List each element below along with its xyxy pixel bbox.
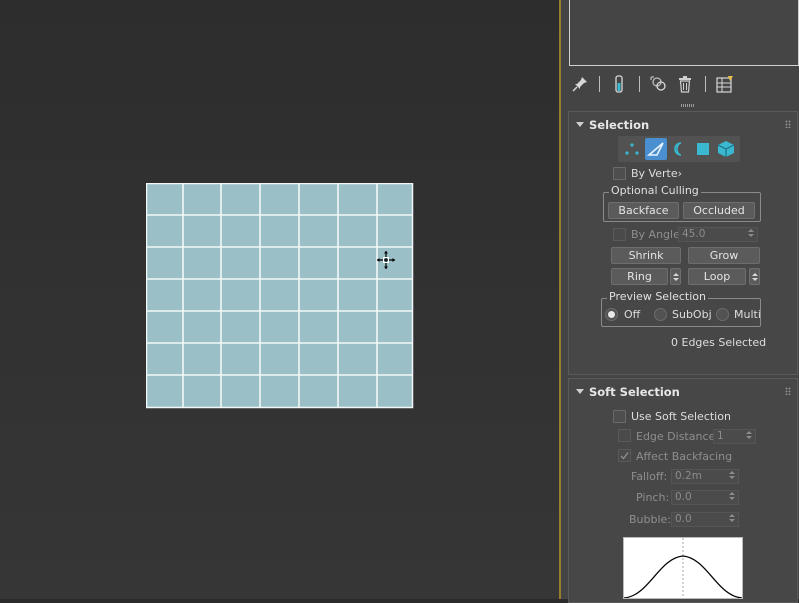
perspective-viewport[interactable]	[0, 0, 559, 599]
affect-backfacing-checkbox[interactable]	[618, 449, 631, 462]
by-angle-value: 45.0	[682, 228, 706, 240]
preview-off-label: Off	[624, 308, 641, 321]
toolbar-separator	[705, 76, 706, 92]
backface-button[interactable]: Backface	[608, 202, 679, 219]
preview-off-radio[interactable]	[605, 308, 618, 321]
toolbar-separator	[599, 76, 600, 92]
affect-backfacing-label: Affect Backfacing	[636, 450, 733, 463]
configure-modifier-sets-icon[interactable]	[715, 74, 735, 94]
rollout-drag-handle-icon[interactable]	[785, 387, 791, 395]
pinch-value: 0.0	[675, 491, 692, 503]
spinner-arrows-icon[interactable]	[729, 471, 735, 479]
optional-culling-title: Optional Culling	[609, 184, 701, 197]
spinner-arrows-icon[interactable]	[746, 431, 752, 439]
bubble-value: 0.0	[675, 513, 692, 525]
pinch-label: Pinch:	[636, 491, 670, 504]
border-mode-icon[interactable]	[668, 138, 690, 160]
shrink-button[interactable]: Shrink	[611, 247, 681, 264]
loop-spinner-icon[interactable]	[749, 268, 760, 285]
bubble-label: Bubble:	[629, 513, 672, 526]
selection-rollout-title[interactable]: Selection	[589, 118, 649, 132]
by-vertex-checkbox[interactable]	[613, 167, 626, 180]
remove-modifier-icon[interactable]	[675, 74, 695, 94]
rollout-drag-handle-icon[interactable]	[785, 120, 791, 128]
panel-resize-grip[interactable]	[681, 104, 695, 107]
command-panel: Selection By Verte› Optional Culling Bac…	[561, 0, 799, 603]
make-unique-icon[interactable]	[649, 74, 669, 94]
preview-multi-label: Multi	[734, 308, 761, 321]
falloff-curve	[623, 538, 743, 599]
plane-surface	[146, 183, 414, 409]
vertex-mode-icon[interactable]	[621, 138, 643, 160]
ring-spinner-icon[interactable]	[670, 268, 681, 285]
grow-button[interactable]: Grow	[688, 247, 760, 264]
falloff-label: Falloff:	[631, 470, 668, 483]
spinner-arrows-icon[interactable]	[729, 492, 735, 500]
preview-subobj-radio[interactable]	[654, 308, 667, 321]
loop-button[interactable]: Loop	[688, 268, 746, 285]
modifier-stack-list[interactable]	[569, 0, 799, 66]
selection-rollout: Selection By Verte› Optional Culling Bac…	[568, 111, 798, 375]
rollout-collapse-icon[interactable]	[576, 389, 584, 394]
pinch-spinner[interactable]: 0.0	[671, 490, 739, 505]
falloff-spinner[interactable]: 0.2m	[671, 469, 739, 484]
preview-selection-title: Preview Selection	[607, 290, 709, 303]
falloff-curve-graph	[623, 537, 743, 599]
polygon-mode-icon[interactable]	[692, 138, 714, 160]
use-soft-selection-checkbox[interactable]	[613, 410, 626, 423]
use-soft-selection-label: Use Soft Selection	[631, 410, 731, 423]
edge-distance-value: 1	[717, 430, 724, 442]
falloff-value: 0.2m	[675, 470, 702, 482]
move-cursor-icon	[377, 251, 395, 269]
by-angle-spinner[interactable]: 45.0	[678, 227, 758, 242]
occluded-button[interactable]: Occluded	[683, 202, 755, 219]
toolbar-separator	[639, 76, 640, 92]
checkmark-icon	[620, 452, 629, 460]
preview-multi-radio[interactable]	[716, 308, 729, 321]
soft-selection-rollout-title[interactable]: Soft Selection	[589, 385, 680, 399]
show-end-result-icon[interactable]	[609, 74, 629, 94]
by-vertex-label: By Verte›	[631, 167, 682, 180]
edge-distance-checkbox[interactable]	[618, 429, 631, 442]
selection-status-text: 0 Edges Selected	[671, 336, 767, 349]
edge-mode-icon[interactable]	[645, 138, 667, 160]
preview-subobj-label: SubObj	[672, 308, 712, 321]
by-angle-label: By Angle:	[631, 228, 684, 241]
edge-distance-label: Edge Distance:	[636, 430, 719, 443]
bubble-spinner[interactable]: 0.0	[671, 512, 739, 527]
modifier-stack-toolbar	[569, 72, 797, 98]
spinner-arrows-icon[interactable]	[729, 514, 735, 522]
edge-distance-spinner[interactable]: 1	[713, 429, 756, 444]
ring-button[interactable]: Ring	[611, 268, 668, 285]
spinner-arrows-icon[interactable]	[748, 229, 754, 237]
rollout-collapse-icon[interactable]	[576, 122, 584, 127]
pin-stack-icon[interactable]	[570, 74, 590, 94]
element-mode-icon[interactable]	[715, 138, 737, 160]
by-angle-checkbox[interactable]	[613, 228, 626, 241]
plane-mesh[interactable]	[146, 183, 414, 409]
